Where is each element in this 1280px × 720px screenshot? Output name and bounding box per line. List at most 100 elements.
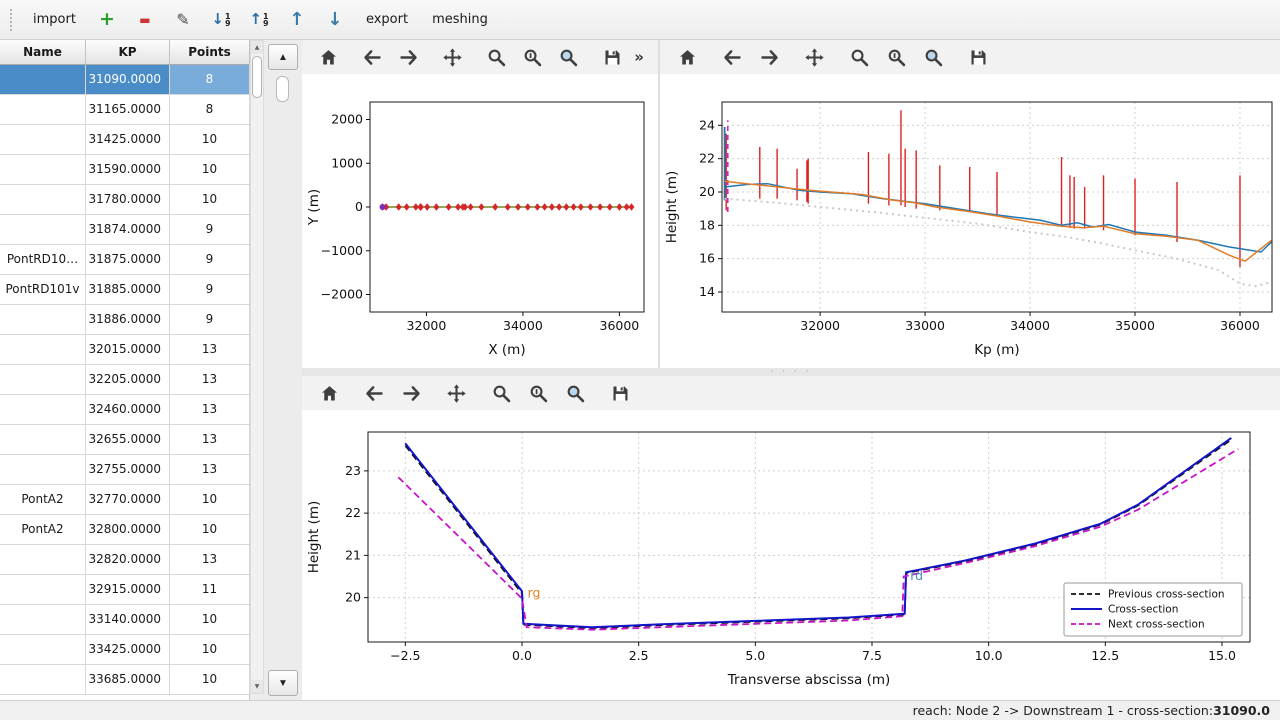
toolbar-grip[interactable]	[10, 9, 15, 31]
kp-cell[interactable]: 31425.0000	[86, 125, 170, 154]
kp-cell[interactable]: 31165.0000	[86, 95, 170, 124]
table-row[interactable]: 32205.000013	[0, 365, 249, 395]
kp-cell[interactable]: 32755.0000	[86, 455, 170, 484]
name-cell[interactable]	[0, 545, 86, 574]
kp-cell[interactable]: 31590.0000	[86, 155, 170, 184]
name-cell[interactable]: PontRD10…	[0, 245, 86, 274]
plan-plot[interactable]: 320003400036000−2000−1000010002000X (m)Y…	[302, 74, 658, 368]
kp-cell[interactable]: 31875.0000	[86, 245, 170, 274]
points-cell[interactable]: 8	[170, 95, 250, 124]
panel-scroll-up-button[interactable]: ▲	[268, 44, 298, 70]
pan-icon[interactable]	[441, 379, 471, 407]
sort-ascending-icon[interactable]: ↑19	[246, 7, 272, 33]
name-cell[interactable]	[0, 605, 86, 634]
points-cell[interactable]: 10	[170, 635, 250, 664]
edit-section-icon[interactable]: ✎	[170, 7, 196, 33]
kp-cell[interactable]: 32770.0000	[86, 485, 170, 514]
save-icon[interactable]	[963, 43, 993, 71]
points-cell[interactable]: 9	[170, 275, 250, 304]
table-row[interactable]: 32820.000013	[0, 545, 249, 575]
table-row[interactable]: 33685.000010	[0, 665, 249, 695]
zoom-select-icon[interactable]	[918, 43, 948, 71]
add-section-icon[interactable]: +	[94, 7, 120, 33]
table-row[interactable]: 32655.000013	[0, 425, 249, 455]
table-row[interactable]: PontRD10…31875.00009	[0, 245, 249, 275]
name-cell[interactable]	[0, 215, 86, 244]
profile-plot[interactable]: 3200033000340003500036000141618202224Kp …	[660, 74, 1280, 368]
name-cell[interactable]	[0, 65, 86, 94]
table-row[interactable]: 31165.00008	[0, 95, 249, 125]
name-cell[interactable]: PontA2	[0, 485, 86, 514]
points-cell[interactable]: 10	[170, 485, 250, 514]
table-row[interactable]: 31886.00009	[0, 305, 249, 335]
toolbar-overflow-button[interactable]: »	[634, 48, 646, 66]
move-up-icon[interactable]: ↑	[284, 7, 310, 33]
col-header-points[interactable]: Points	[170, 40, 250, 64]
table-row[interactable]: PontRD101v31885.00009	[0, 275, 249, 305]
table-row[interactable]: 31425.000010	[0, 125, 249, 155]
home-icon[interactable]	[672, 43, 702, 71]
kp-cell[interactable]: 31874.0000	[86, 215, 170, 244]
table-row[interactable]: PontA232800.000010	[0, 515, 249, 545]
pan-icon[interactable]	[799, 43, 829, 71]
forward-icon[interactable]	[394, 43, 423, 71]
name-cell[interactable]	[0, 575, 86, 604]
save-icon[interactable]	[598, 43, 627, 71]
kp-cell[interactable]: 31886.0000	[86, 305, 170, 334]
kp-cell[interactable]: 32915.0000	[86, 575, 170, 604]
table-row[interactable]: 32915.000011	[0, 575, 249, 605]
kp-cell[interactable]: 32800.0000	[86, 515, 170, 544]
move-down-icon[interactable]: ↓	[322, 7, 348, 33]
zoom-select-icon[interactable]	[554, 43, 583, 71]
name-cell[interactable]	[0, 455, 86, 484]
sort-descending-icon[interactable]: ↓19	[208, 7, 234, 33]
kp-cell[interactable]: 31090.0000	[86, 65, 170, 94]
zoom-info-icon[interactable]	[523, 379, 553, 407]
col-header-kp[interactable]: KP	[86, 40, 170, 64]
forward-icon[interactable]	[754, 43, 784, 71]
kp-cell[interactable]: 32205.0000	[86, 365, 170, 394]
home-icon[interactable]	[314, 379, 344, 407]
zoom-info-icon[interactable]	[881, 43, 911, 71]
name-cell[interactable]	[0, 155, 86, 184]
home-icon[interactable]	[314, 43, 343, 71]
points-cell[interactable]: 11	[170, 575, 250, 604]
points-cell[interactable]: 9	[170, 215, 250, 244]
zoom-icon[interactable]	[844, 43, 874, 71]
back-icon[interactable]	[717, 43, 747, 71]
save-icon[interactable]	[605, 379, 635, 407]
table-scrollbar[interactable]: ▲ ▼	[250, 40, 264, 694]
points-cell[interactable]: 10	[170, 125, 250, 154]
name-cell[interactable]	[0, 665, 86, 694]
points-cell[interactable]: 10	[170, 515, 250, 544]
remove-section-icon[interactable]: ▬	[132, 7, 158, 33]
scroll-up-icon[interactable]: ▲	[251, 41, 263, 54]
points-cell[interactable]: 13	[170, 335, 250, 364]
table-row[interactable]: 31780.000010	[0, 185, 249, 215]
points-cell[interactable]: 13	[170, 365, 250, 394]
points-cell[interactable]: 13	[170, 455, 250, 484]
table-row[interactable]: 31874.00009	[0, 215, 249, 245]
points-cell[interactable]: 9	[170, 305, 250, 334]
kp-cell[interactable]: 33140.0000	[86, 605, 170, 634]
table-row[interactable]: 31090.00008	[0, 65, 249, 95]
points-cell[interactable]: 8	[170, 65, 250, 94]
export-button[interactable]: export	[360, 8, 414, 31]
name-cell[interactable]: PontA2	[0, 515, 86, 544]
zoom-info-icon[interactable]	[518, 43, 547, 71]
back-icon[interactable]	[359, 379, 389, 407]
cross-section-plot[interactable]: −2.50.02.55.07.510.012.515.020212223Tran…	[302, 410, 1280, 700]
points-cell[interactable]: 9	[170, 245, 250, 274]
kp-cell[interactable]: 33425.0000	[86, 635, 170, 664]
table-row[interactable]: 32755.000013	[0, 455, 249, 485]
name-cell[interactable]: PontRD101v	[0, 275, 86, 304]
kp-cell[interactable]: 32820.0000	[86, 545, 170, 574]
table-scrollbar-thumb[interactable]	[252, 56, 262, 98]
horizontal-splitter[interactable]: · · · ·	[302, 368, 1280, 376]
zoom-icon[interactable]	[482, 43, 511, 71]
kp-cell[interactable]: 31885.0000	[86, 275, 170, 304]
name-cell[interactable]	[0, 125, 86, 154]
points-cell[interactable]: 10	[170, 605, 250, 634]
col-header-name[interactable]: Name	[0, 40, 86, 64]
name-cell[interactable]	[0, 305, 86, 334]
